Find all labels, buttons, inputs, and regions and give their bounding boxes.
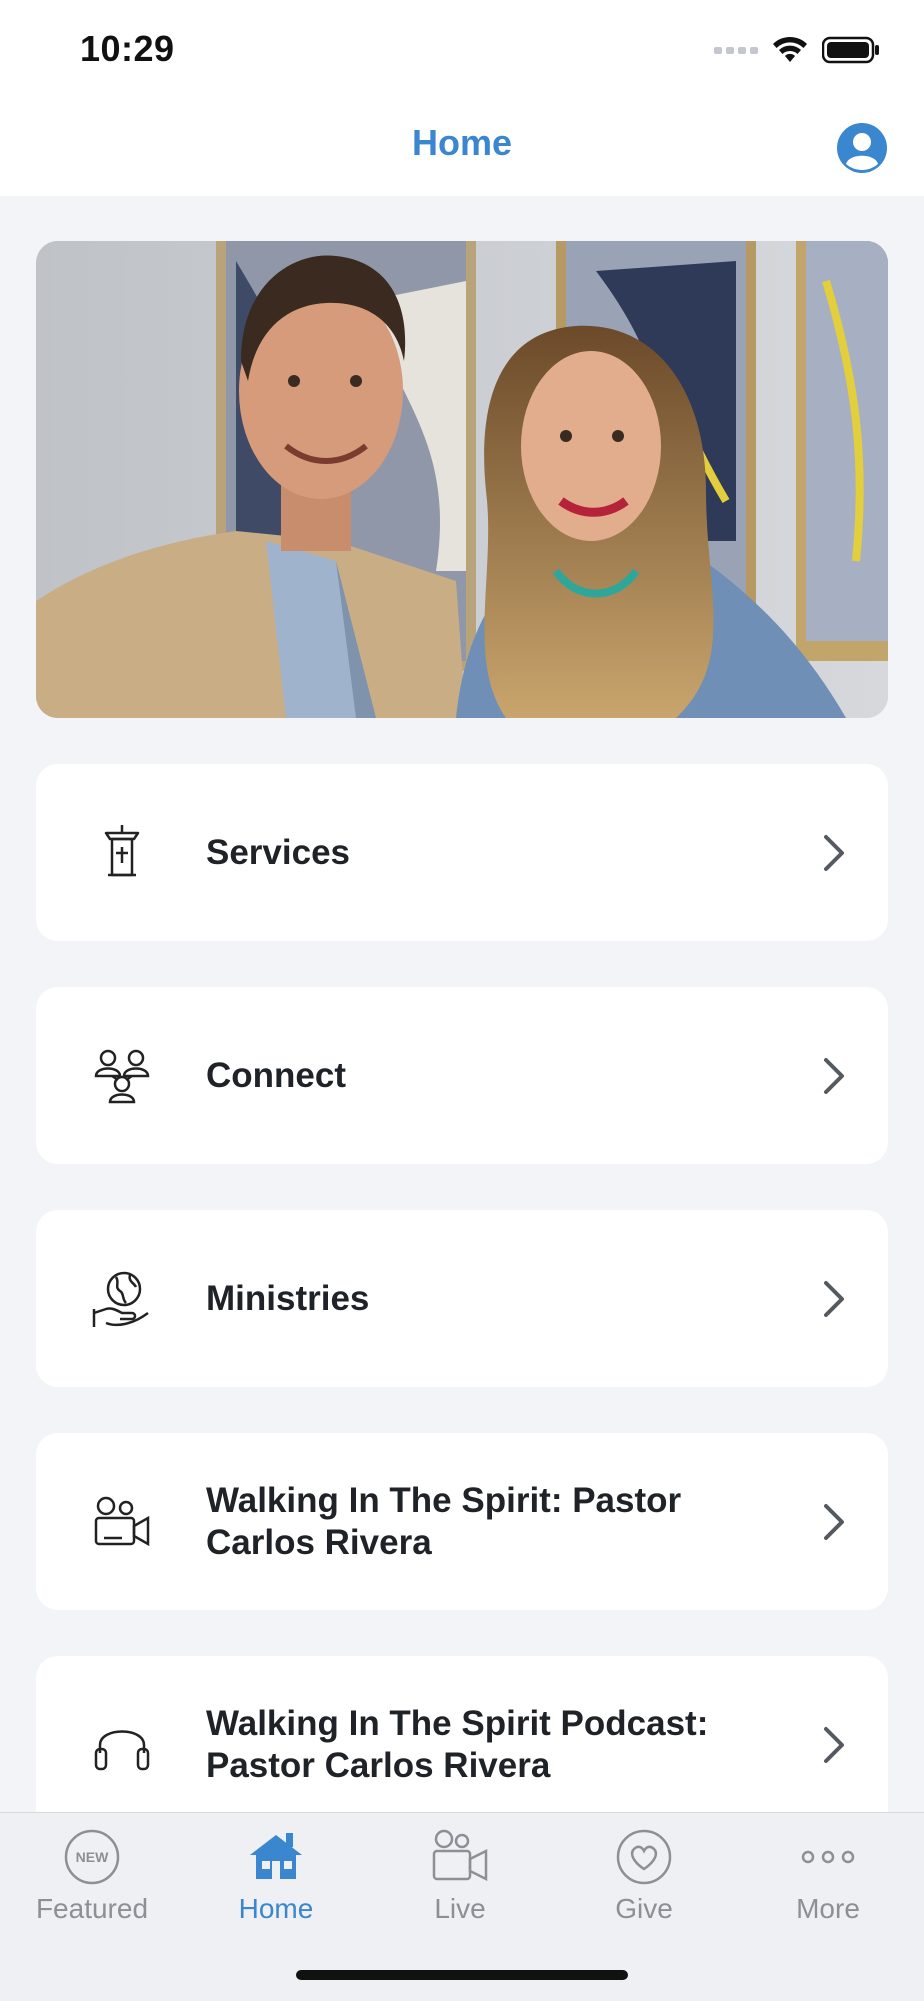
app-header: Home (0, 100, 924, 196)
tab-give[interactable]: Give (552, 1813, 736, 1943)
person-circle-icon (837, 123, 887, 173)
home-indicator (296, 1970, 628, 1980)
chevron-right-icon (824, 1057, 844, 1094)
status-icons (714, 34, 880, 66)
house-icon (250, 1833, 302, 1879)
headphones-icon (85, 1708, 159, 1782)
ellipsis-icon (801, 1850, 855, 1864)
hero-image[interactable] (36, 241, 888, 718)
tab-live[interactable]: Live (368, 1813, 552, 1943)
globe-hand-icon (85, 1262, 159, 1336)
cellular-signal-icon (714, 47, 758, 54)
tab-label: Give (615, 1893, 673, 1924)
menu-item-label: Services (206, 832, 351, 872)
hero-photo (36, 241, 888, 718)
tab-featured[interactable]: NEW Featured (0, 1813, 184, 1943)
status-bar: 10:29 (0, 0, 924, 100)
menu-item-connect[interactable]: Connect (36, 987, 888, 1164)
chevron-right-icon (824, 1280, 844, 1317)
battery-icon (822, 36, 879, 64)
tab-label: Live (434, 1893, 486, 1924)
menu-item-label: Walking In The Spirit Podcast: Pastor Ca… (206, 1703, 709, 1785)
menu-item-label: Connect (206, 1055, 346, 1095)
profile-button[interactable] (836, 122, 888, 174)
group-people-icon (85, 1039, 159, 1113)
menu-item-services[interactable]: Services (36, 764, 888, 941)
chevron-right-icon (824, 1503, 844, 1540)
page-title: Home (411, 122, 513, 163)
menu-item-label: Walking In The Spirit: Pastor Carlos Riv… (206, 1480, 682, 1562)
wifi-icon (773, 36, 807, 62)
status-time: 10:29 (80, 28, 175, 69)
menu-item-walking-in-the-spirit-podcast[interactable]: Walking In The Spirit Podcast: Pastor Ca… (36, 1656, 888, 1833)
chevron-right-icon (824, 834, 844, 871)
menu-item-label: Ministries (206, 1278, 370, 1318)
video-camera-person-icon (85, 1485, 159, 1559)
tab-more[interactable]: More (736, 1813, 920, 1943)
video-camera-icon (432, 1829, 488, 1882)
menu-item-ministries[interactable]: Ministries (36, 1210, 888, 1387)
tab-label: More (796, 1893, 860, 1924)
menu-item-walking-in-the-spirit[interactable]: Walking In The Spirit: Pastor Carlos Riv… (36, 1433, 888, 1610)
svg-text:NEW: NEW (76, 1849, 109, 1865)
tab-label: Home (238, 1893, 314, 1924)
chevron-right-icon (824, 1726, 844, 1763)
new-badge-icon: NEW (64, 1829, 120, 1885)
heart-circle-icon (616, 1829, 672, 1885)
tab-label: Featured (35, 1893, 149, 1924)
pulpit-icon (85, 816, 159, 890)
tab-home[interactable]: Home (184, 1813, 368, 1943)
